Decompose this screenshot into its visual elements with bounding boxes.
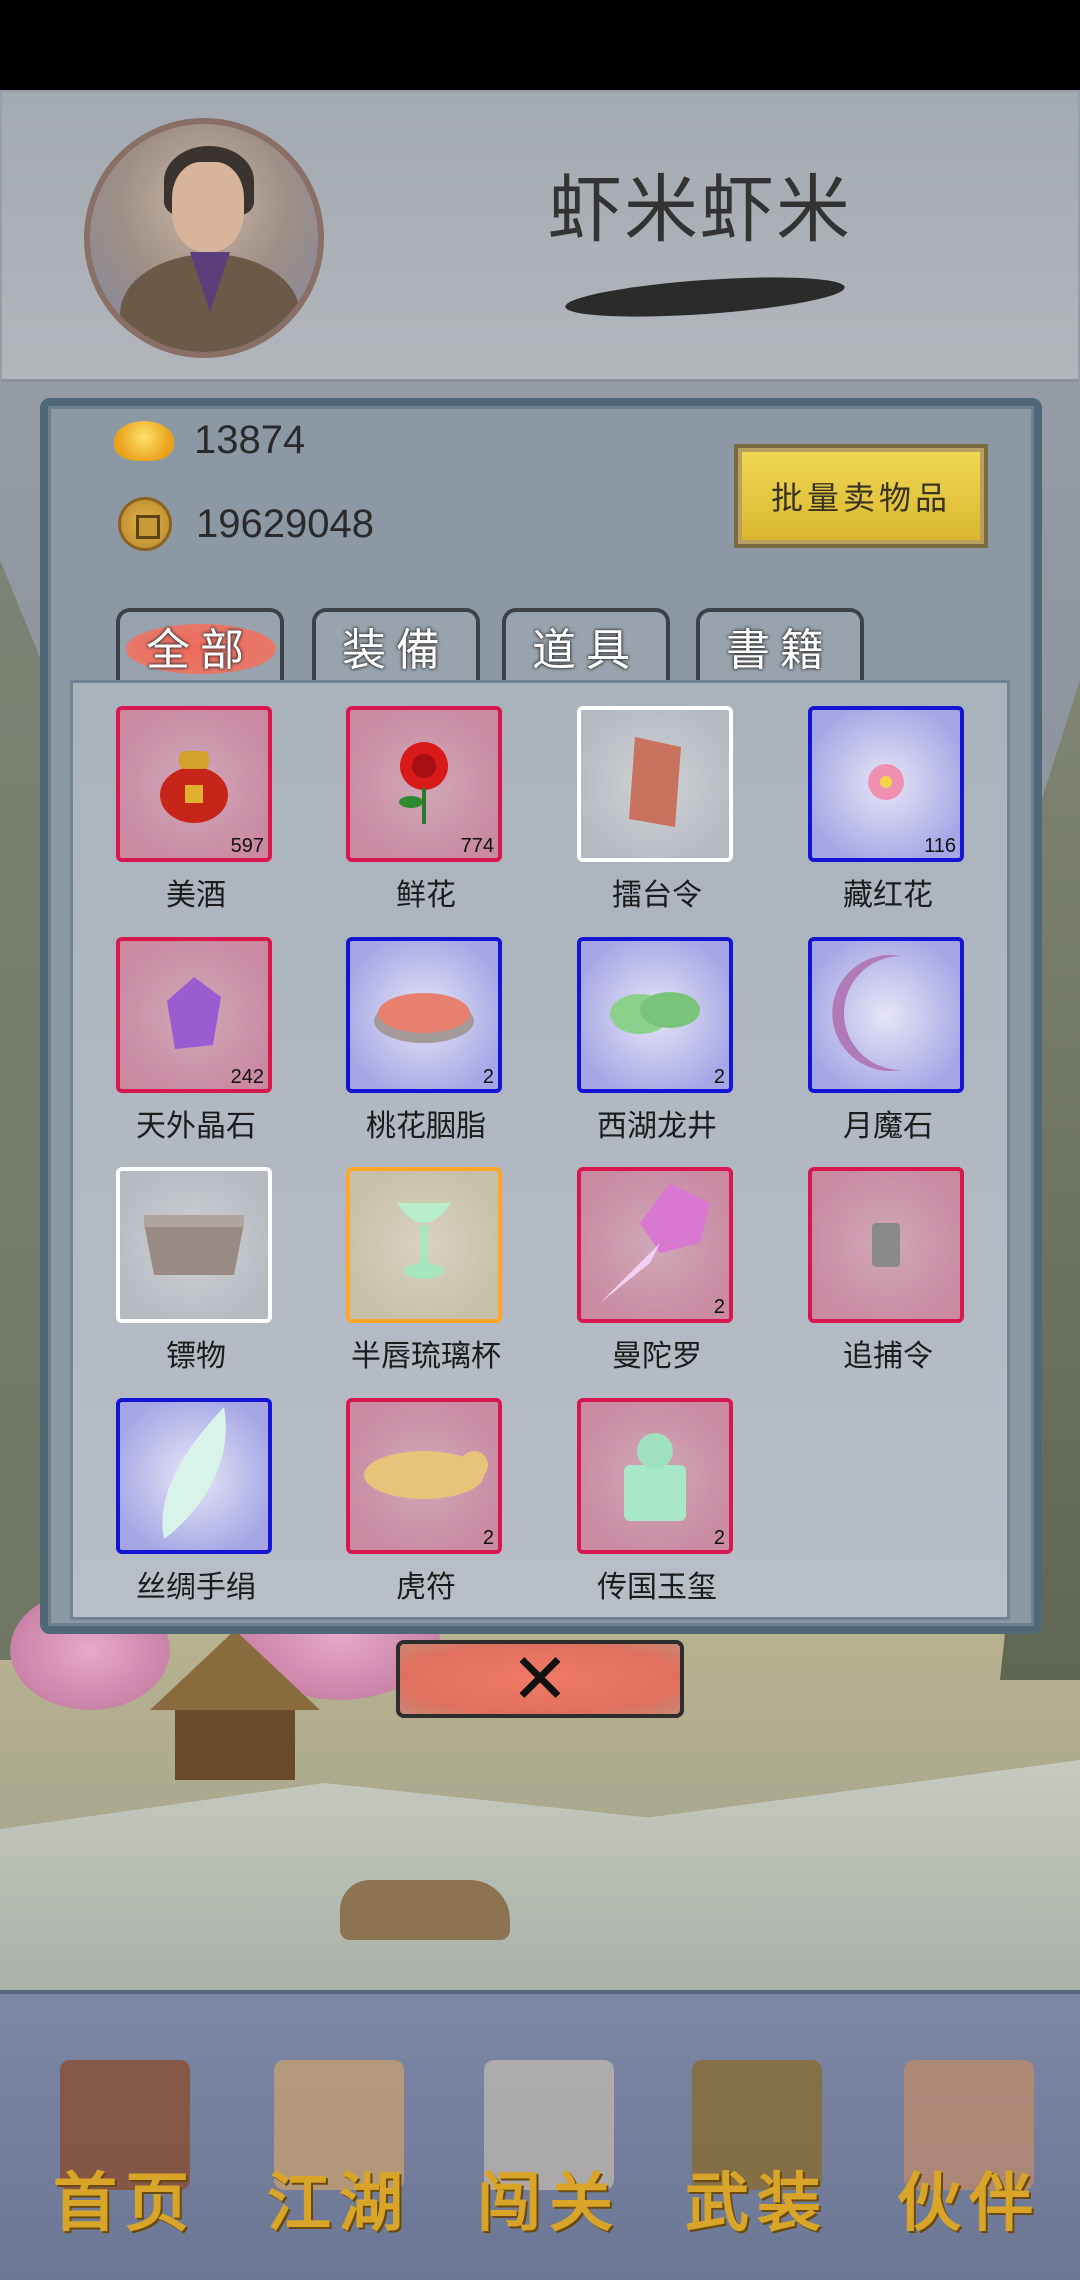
item-count: 2 [713,1296,725,1318]
item-slot[interactable] [116,1167,272,1323]
copper-coin-icon [118,497,172,551]
crystal-icon [159,973,229,1057]
crescent-moon-icon [831,948,941,1082]
item-count: 774 [460,835,494,857]
item-slot[interactable] [577,706,733,862]
inventory-item[interactable]: 半唇琉璃杯 [346,1167,506,1375]
item-name: 虎符 [396,1570,456,1605]
item-name: 擂台令 [612,878,702,913]
avatar[interactable] [84,118,324,358]
tea-leaves-icon [600,978,710,1052]
rose-icon [379,732,469,836]
hut [150,1630,320,1780]
item-name: 鲜花 [396,878,456,913]
item-slot[interactable] [808,937,964,1093]
gold-ingot-icon [114,420,174,461]
item-slot[interactable]: 2 [346,1398,502,1554]
item-count: 2 [713,1066,725,1088]
item-slot[interactable]: 2 [577,1398,733,1554]
inventory-item[interactable]: 774 鲜花 [346,706,506,914]
inventory-item[interactable]: 242 天外晶石 [116,937,276,1145]
gold-ingot-row: 13874 [114,418,305,463]
item-count: 242 [230,1066,264,1088]
tab-equipment[interactable]: 装備 [312,608,480,680]
item-name: 天外晶石 [136,1109,256,1144]
item-count: 2 [482,1066,494,1088]
nav-item-challenge[interactable]: 闯关 [464,2040,634,2241]
tiger-tally-icon [354,1439,494,1513]
inventory-item[interactable]: 2 虎符 [346,1398,506,1606]
tab-all[interactable]: 全部 [116,608,284,680]
tab-items[interactable]: 道具 [502,608,670,680]
wine-jar-icon [149,737,239,831]
item-name: 月魔石 [843,1109,933,1144]
close-x-icon: ✕ [510,1638,570,1720]
item-slot[interactable]: 2 [577,1167,733,1323]
item-slot[interactable]: 2 [577,937,733,1093]
cargo-box-icon [134,1203,254,1287]
jade-seal-icon [610,1419,700,1533]
inventory-item[interactable]: 116 藏红花 [808,706,968,914]
item-name: 美酒 [166,878,226,913]
nav-item-arms[interactable]: 武装 [672,2040,842,2241]
item-name: 传国玉玺 [597,1570,717,1605]
rouge-icon [364,973,484,1057]
inventory-item[interactable]: 擂台令 [577,706,737,914]
nav-item-home[interactable]: 首页 [40,2040,210,2241]
copper-coin-value: 19629048 [196,501,374,546]
inventory-item[interactable]: 丝绸手绢 [116,1398,276,1606]
nav-item-partners[interactable]: 伙伴 [884,2040,1054,2241]
glass-cup-icon [389,1193,459,1297]
inventory-item[interactable]: 2 传国玉玺 [577,1398,737,1606]
copper-coin-row: 19629048 [118,497,374,551]
nav-item-jianghu[interactable]: 江湖 [254,2040,424,2241]
nav-label: 武装 [685,2166,829,2241]
player-name: 虾米虾米 [548,167,852,253]
item-count: 116 [924,835,956,857]
item-name: 半唇琉璃杯 [351,1339,501,1374]
inventory-item[interactable]: 2 西湖龙井 [577,937,737,1145]
close-button[interactable]: ✕ [396,1640,684,1718]
item-name: 追捕令 [843,1339,933,1374]
arena-token-icon [615,727,695,841]
warrant-token-icon [866,1213,906,1277]
rock [340,1880,510,1940]
inventory-item[interactable]: 597 美酒 [116,706,276,914]
nav-label: 江湖 [267,2166,411,2241]
item-slot[interactable]: 597 [116,706,272,862]
inventory-item[interactable]: 月魔石 [808,937,968,1145]
inventory-item[interactable]: 追捕令 [808,1167,968,1375]
nav-label: 闯关 [477,2166,621,2241]
inventory-item[interactable]: 2 曼陀罗 [577,1167,737,1375]
item-slot[interactable] [808,1167,964,1323]
item-name: 桃花胭脂 [366,1109,486,1144]
inventory-item[interactable]: 2 桃花胭脂 [346,937,506,1145]
datura-flower-icon [590,1173,720,1317]
gold-ingot-value: 13874 [194,418,306,462]
item-name: 藏红花 [843,878,933,913]
item-name: 曼陀罗 [612,1339,702,1374]
item-name: 西湖龙井 [597,1109,717,1144]
nav-label: 首页 [53,2166,197,2241]
item-count: 2 [713,1527,725,1549]
silk-handkerchief-icon [134,1399,254,1553]
nav-label: 伙伴 [897,2166,1041,2241]
status-bar [0,0,1080,90]
inventory-item[interactable]: 镖物 [116,1167,276,1375]
item-slot[interactable] [116,1398,272,1554]
item-count: 597 [230,835,264,857]
item-slot[interactable]: 116 [808,706,964,862]
item-count: 2 [482,1527,494,1549]
item-name: 镖物 [166,1339,226,1374]
tab-books[interactable]: 書籍 [696,608,864,680]
item-slot[interactable] [346,1167,502,1323]
item-slot[interactable]: 2 [346,937,502,1093]
item-slot[interactable]: 774 [346,706,502,862]
item-slot[interactable]: 242 [116,937,272,1093]
bulk-sell-button[interactable]: 批量卖物品 [734,444,988,548]
saffron-flower-icon [851,752,921,816]
item-name: 丝绸手绢 [136,1570,256,1605]
